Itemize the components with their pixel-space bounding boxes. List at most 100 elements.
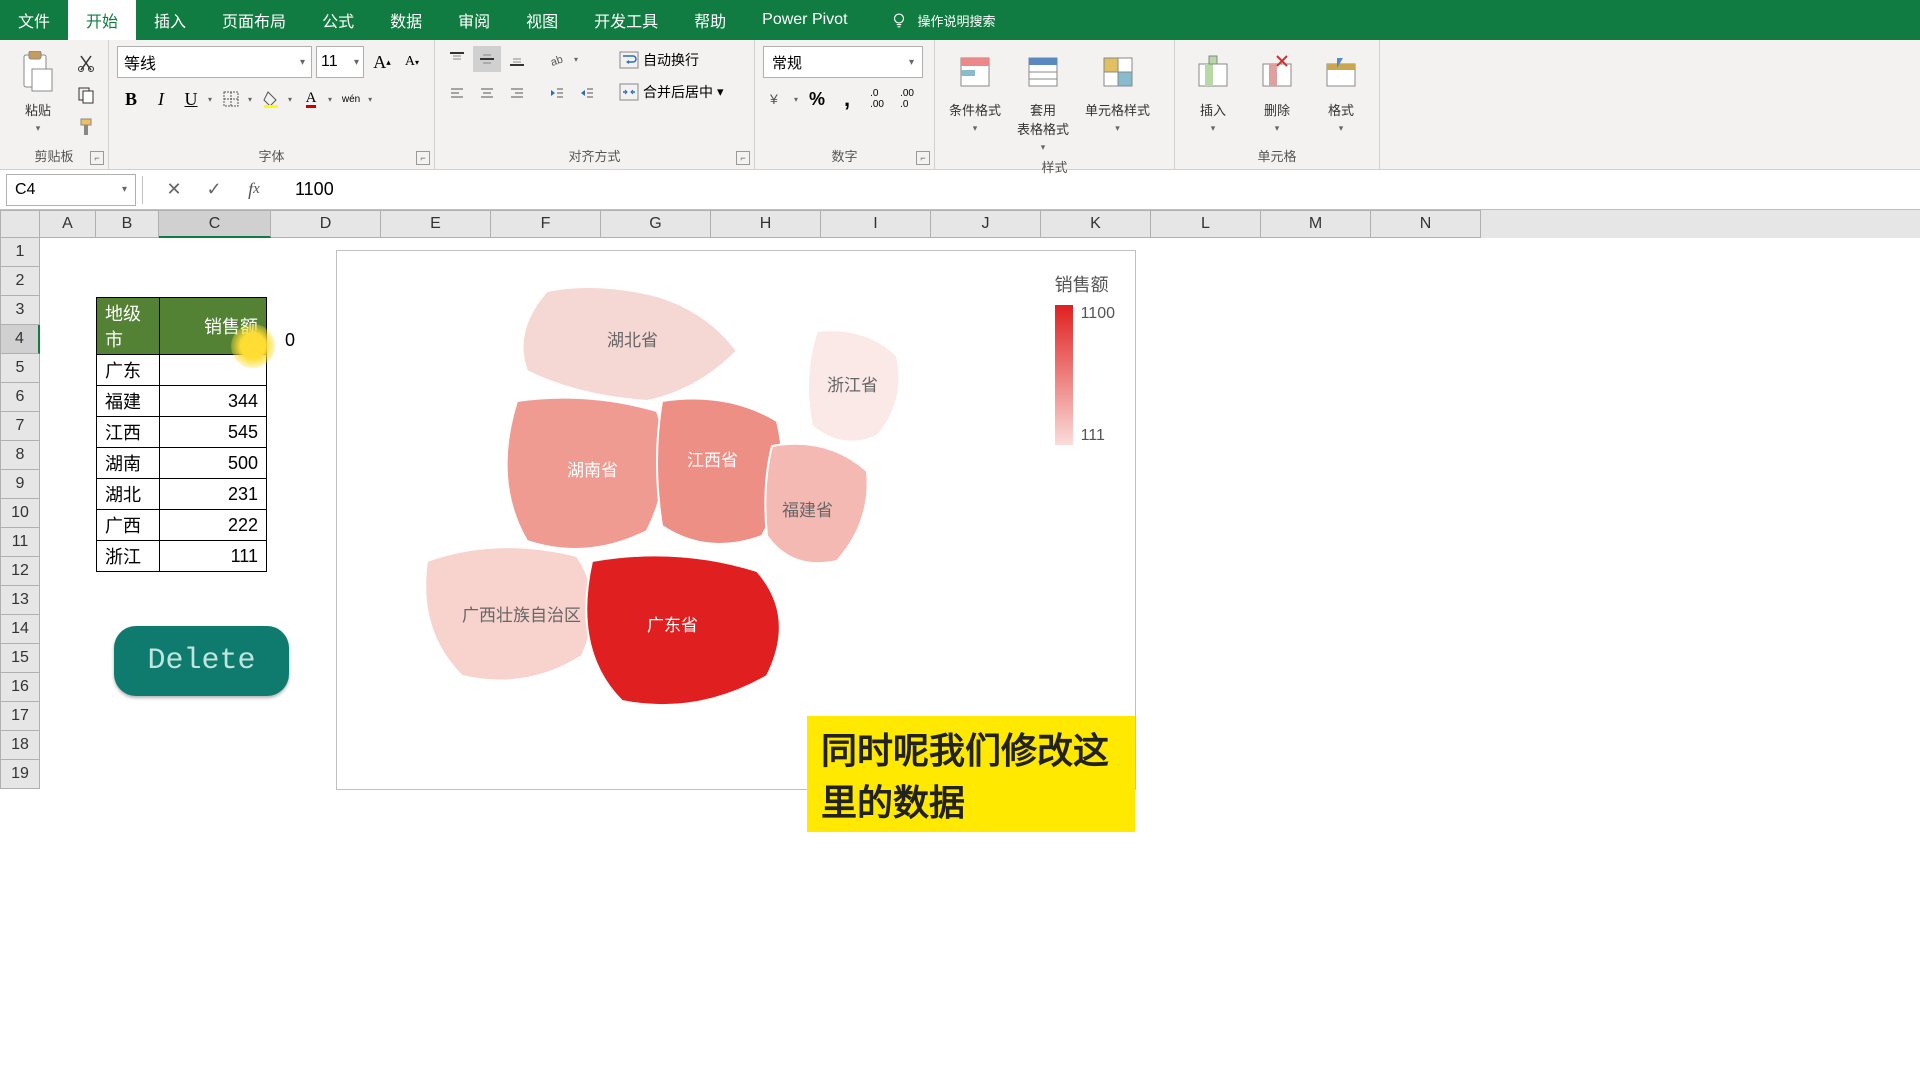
- row-header-2[interactable]: 2: [0, 267, 40, 296]
- tab-help[interactable]: 帮助: [676, 0, 744, 40]
- row-header-18[interactable]: 18: [0, 731, 40, 760]
- insert-function-button[interactable]: fx: [243, 179, 265, 201]
- col-header-F[interactable]: F: [491, 210, 601, 238]
- row-header-11[interactable]: 11: [0, 528, 40, 557]
- fill-color-button[interactable]: [257, 86, 285, 112]
- font-dialog-launcher[interactable]: ⌐: [416, 151, 430, 165]
- col-header-M[interactable]: M: [1261, 210, 1371, 238]
- worksheet-grid[interactable]: ABCDEFGHIJKLMN 1234567891011121314151617…: [0, 210, 1920, 789]
- tell-me-search[interactable]: 操作说明搜索: [890, 0, 996, 40]
- cell-city[interactable]: 湖北: [97, 479, 160, 510]
- align-middle-button[interactable]: [473, 46, 501, 72]
- tab-powerpivot[interactable]: Power Pivot: [744, 0, 865, 40]
- col-header-C[interactable]: C: [159, 210, 271, 238]
- cell-value[interactable]: 500: [160, 448, 267, 479]
- formula-input[interactable]: [285, 174, 1920, 206]
- row-header-6[interactable]: 6: [0, 383, 40, 412]
- format-painter-button[interactable]: [72, 114, 100, 140]
- row-header-12[interactable]: 12: [0, 557, 40, 586]
- font-size-select[interactable]: 11▾: [316, 46, 364, 78]
- cell-city[interactable]: 江西: [97, 417, 160, 448]
- tab-page-layout[interactable]: 页面布局: [204, 0, 304, 40]
- font-color-button[interactable]: A: [297, 86, 325, 112]
- table-style-button[interactable]: 套用 表格格式▾: [1011, 46, 1075, 155]
- insert-cells-button[interactable]: 插入▾: [1183, 46, 1243, 136]
- row-header-8[interactable]: 8: [0, 441, 40, 470]
- delete-cells-button[interactable]: 删除▾: [1247, 46, 1307, 136]
- col-header-L[interactable]: L: [1151, 210, 1261, 238]
- font-color-dropdown[interactable]: ▾: [325, 95, 335, 104]
- underline-button[interactable]: U: [177, 86, 205, 112]
- cell-city[interactable]: 湖南: [97, 448, 160, 479]
- delete-macro-button[interactable]: Delete: [114, 626, 289, 696]
- row-header-9[interactable]: 9: [0, 470, 40, 499]
- col-header-A[interactable]: A: [40, 210, 96, 238]
- row-header-14[interactable]: 14: [0, 615, 40, 644]
- col-header-H[interactable]: H: [711, 210, 821, 238]
- row-header-10[interactable]: 10: [0, 499, 40, 528]
- orientation-dropdown[interactable]: ▾: [571, 55, 581, 64]
- cells-area[interactable]: 地级市 销售额 广东福建344江西545湖南500湖北231广西222浙江111…: [40, 238, 1920, 789]
- borders-dropdown[interactable]: ▾: [245, 95, 255, 104]
- align-bottom-button[interactable]: [503, 46, 531, 72]
- col-header-D[interactable]: D: [271, 210, 381, 238]
- align-left-button[interactable]: [443, 80, 471, 106]
- tab-insert[interactable]: 插入: [136, 0, 204, 40]
- row-header-4[interactable]: 4: [0, 325, 40, 354]
- row-header-19[interactable]: 19: [0, 760, 40, 789]
- col-header-B[interactable]: B: [96, 210, 159, 238]
- row-header-3[interactable]: 3: [0, 296, 40, 325]
- col-header-K[interactable]: K: [1041, 210, 1151, 238]
- percent-format-button[interactable]: %: [803, 86, 831, 112]
- row-header-13[interactable]: 13: [0, 586, 40, 615]
- number-format-select[interactable]: 常规▾: [763, 46, 923, 78]
- cell-city[interactable]: 福建: [97, 386, 160, 417]
- cell-city[interactable]: 广西: [97, 510, 160, 541]
- confirm-edit-button[interactable]: ✓: [203, 179, 225, 201]
- phonetic-button[interactable]: wén: [337, 86, 365, 112]
- align-right-button[interactable]: [503, 80, 531, 106]
- paste-button[interactable]: 粘贴 ▾: [8, 46, 68, 136]
- tab-developer[interactable]: 开发工具: [576, 0, 676, 40]
- phonetic-dropdown[interactable]: ▾: [365, 95, 375, 104]
- row-header-5[interactable]: 5: [0, 354, 40, 383]
- alignment-dialog-launcher[interactable]: ⌐: [736, 151, 750, 165]
- number-dialog-launcher[interactable]: ⌐: [916, 151, 930, 165]
- tab-data[interactable]: 数据: [372, 0, 440, 40]
- decrease-font-button[interactable]: A▾: [398, 49, 426, 75]
- format-cells-button[interactable]: 格式▾: [1311, 46, 1371, 136]
- name-box[interactable]: C4▾: [6, 174, 136, 206]
- increase-decimal-button[interactable]: .0.00: [863, 86, 891, 112]
- decrease-decimal-button[interactable]: .00.0: [893, 86, 921, 112]
- clipboard-dialog-launcher[interactable]: ⌐: [90, 151, 104, 165]
- copy-button[interactable]: [72, 82, 100, 108]
- map-chart[interactable]: 湖北省 浙江省 湖南省 江西省 福建省 广西壮族自治区 广东省 销售额: [336, 250, 1136, 790]
- fill-color-dropdown[interactable]: ▾: [285, 95, 295, 104]
- tab-view[interactable]: 视图: [508, 0, 576, 40]
- accounting-format-button[interactable]: ¥: [763, 86, 791, 112]
- orientation-button[interactable]: ab: [543, 46, 571, 72]
- align-top-button[interactable]: [443, 46, 471, 72]
- cell-value[interactable]: 231: [160, 479, 267, 510]
- tab-file[interactable]: 文件: [0, 0, 68, 40]
- italic-button[interactable]: I: [147, 86, 175, 112]
- align-center-button[interactable]: [473, 80, 501, 106]
- cut-button[interactable]: [72, 50, 100, 76]
- increase-indent-button[interactable]: [573, 80, 601, 106]
- cell-value[interactable]: 111: [160, 541, 267, 572]
- conditional-format-button[interactable]: 条件格式▾: [943, 46, 1007, 136]
- comma-format-button[interactable]: ,: [833, 86, 861, 112]
- row-header-1[interactable]: 1: [0, 238, 40, 267]
- row-header-7[interactable]: 7: [0, 412, 40, 441]
- col-header-E[interactable]: E: [381, 210, 491, 238]
- increase-font-button[interactable]: A▴: [368, 49, 396, 75]
- cell-value[interactable]: 344: [160, 386, 267, 417]
- row-header-15[interactable]: 15: [0, 644, 40, 673]
- underline-dropdown[interactable]: ▾: [205, 95, 215, 104]
- merge-center-button[interactable]: 合并后居中 ▾: [613, 78, 730, 106]
- tab-review[interactable]: 审阅: [440, 0, 508, 40]
- col-header-I[interactable]: I: [821, 210, 931, 238]
- cancel-edit-button[interactable]: ✕: [163, 179, 185, 201]
- cell-city[interactable]: 广东: [97, 355, 160, 386]
- bold-button[interactable]: B: [117, 86, 145, 112]
